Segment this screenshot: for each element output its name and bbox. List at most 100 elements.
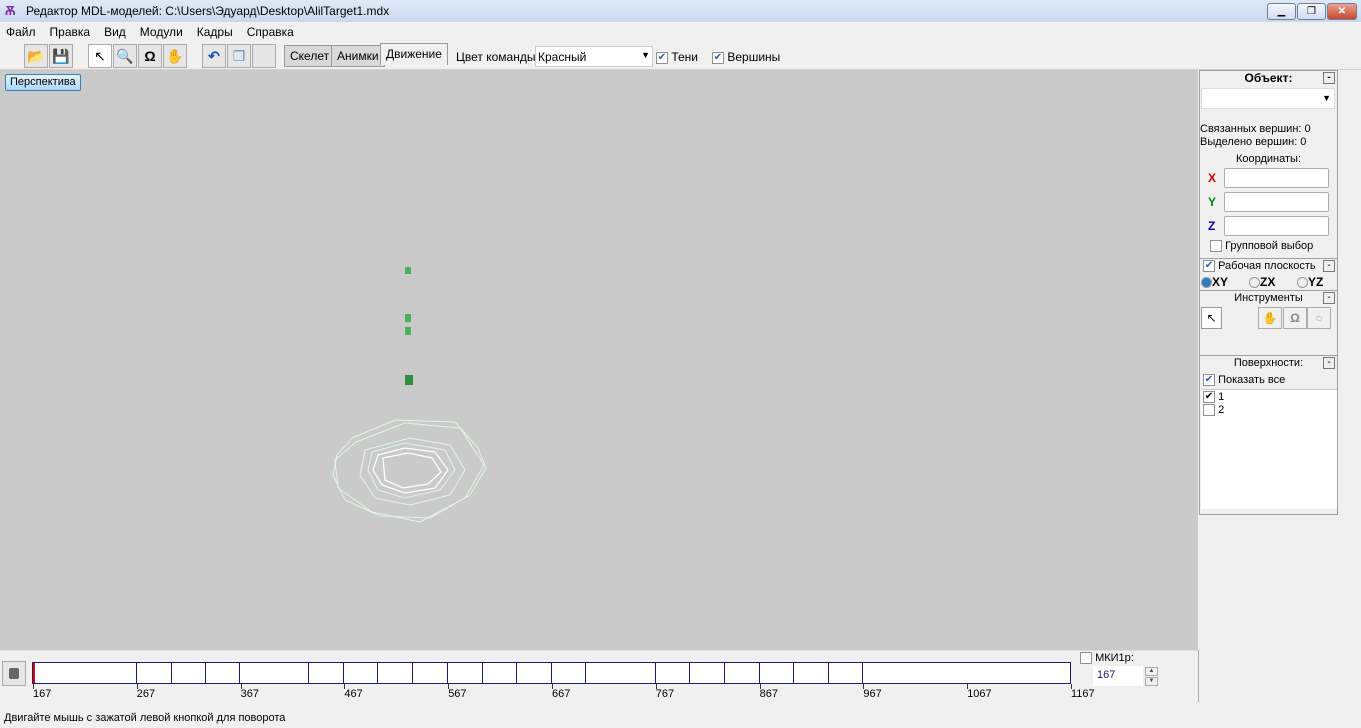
timeline-keyframe-tick xyxy=(551,663,552,683)
wireframe-mesh xyxy=(332,419,487,523)
timeline-keyframe-tick xyxy=(862,663,863,683)
checkbox-icon xyxy=(1210,240,1222,253)
timeline-label: 567 xyxy=(448,688,467,700)
checkbox-icon xyxy=(1080,652,1092,665)
pan-hand-icon[interactable]: ✋ xyxy=(163,44,187,68)
timeline-track[interactable] xyxy=(32,662,1071,684)
linked-vertices-text: Связанных вершин: 0 xyxy=(1200,123,1311,135)
list-item[interactable]: ✔ 1 xyxy=(1201,390,1337,404)
timeline-keyframe-tick xyxy=(447,663,448,683)
menu-bar: Файл Правка Вид Модули Кадры Справка xyxy=(0,22,1361,41)
radio-yz[interactable]: YZ xyxy=(1297,275,1323,289)
show-all-label: Показать все xyxy=(1218,374,1286,386)
team-color-value: Красный xyxy=(538,50,587,64)
timeline-label: 667 xyxy=(552,688,571,700)
properties-panel: Объект: - ▼ Связанных вершин: 0 Выделено … xyxy=(1199,70,1338,515)
checkbox-icon xyxy=(1203,404,1215,417)
timeline-keyframe-tick xyxy=(205,663,206,683)
checkbox-check-icon: ✔ xyxy=(656,51,668,64)
timeline-keyframe-tick xyxy=(689,663,690,683)
hand-tool-icon[interactable]: ✋ xyxy=(1258,307,1282,329)
collapse-button[interactable]: - xyxy=(1323,260,1335,272)
rotate-tool-icon[interactable]: Ω xyxy=(1283,307,1307,329)
timeline-keyframe-tick xyxy=(724,663,725,683)
timeline-keyframe-tick xyxy=(655,663,656,683)
collapse-button[interactable]: - xyxy=(1323,292,1335,304)
surface-label: 1 xyxy=(1218,391,1225,403)
object-header: Объект: - xyxy=(1200,71,1337,87)
rotate-icon[interactable]: Ω xyxy=(138,44,162,68)
plane-radio-group: XY ZX YZ xyxy=(1201,275,1337,289)
team-color-label: Цвет команды: xyxy=(456,50,539,64)
menu-modules[interactable]: Модули xyxy=(140,25,183,39)
timeline-keyframe-tick xyxy=(412,663,413,683)
3d-viewport[interactable] xyxy=(0,70,1198,650)
radio-xy[interactable]: XY xyxy=(1201,275,1228,289)
list-item[interactable]: 2 xyxy=(1201,404,1337,417)
coordinates-label: Координаты: xyxy=(1235,153,1302,165)
menu-view[interactable]: Вид xyxy=(104,25,126,39)
select-arrow-icon[interactable]: ↖ xyxy=(88,44,112,68)
group-select-checkbox[interactable]: Групповой выбор xyxy=(1210,240,1313,253)
surface-label: 2 xyxy=(1218,404,1225,417)
stop-button[interactable] xyxy=(2,661,26,686)
frame-spin-down[interactable]: ▼ xyxy=(1145,677,1158,686)
z-coordinate-input[interactable] xyxy=(1224,216,1329,236)
timeline-keyframe-tick xyxy=(759,663,760,683)
radio-icon xyxy=(1249,277,1260,289)
maximize-button[interactable]: ❐ xyxy=(1297,3,1326,20)
tab-motion[interactable]: Движение xyxy=(380,43,448,65)
object-select[interactable]: ▼ xyxy=(1201,88,1335,109)
zoom-icon[interactable]: 🔍 xyxy=(113,44,137,68)
timeline-keyframe-tick xyxy=(585,663,586,683)
x-coordinate-input[interactable] xyxy=(1224,168,1329,188)
checkbox-check-icon[interactable]: ✔ xyxy=(1203,260,1215,273)
timeline-label: 967 xyxy=(863,688,882,700)
vertex-select-tool-icon[interactable]: ↖ xyxy=(1201,307,1222,329)
timeline-label: 367 xyxy=(240,688,259,700)
shadows-label: Тени xyxy=(671,50,699,64)
timeline-label: 867 xyxy=(759,688,778,700)
vertices-label: Вершины xyxy=(727,50,781,64)
menu-help[interactable]: Справка xyxy=(247,25,294,39)
x-axis-label: X xyxy=(1208,171,1217,185)
minimize-button[interactable]: ▁ xyxy=(1267,3,1296,20)
menu-frames[interactable]: Кадры xyxy=(197,25,233,39)
save-icon[interactable]: 💾 xyxy=(49,44,73,68)
timeline-keyframe-tick xyxy=(308,663,309,683)
mki-checkbox[interactable]: МКИ1р: xyxy=(1080,652,1134,665)
model-render xyxy=(332,267,487,523)
menu-file[interactable]: Файл xyxy=(6,25,36,39)
timeline-cursor[interactable] xyxy=(33,663,35,683)
empty-tool-button[interactable] xyxy=(252,44,276,68)
timeline-label: 1067 xyxy=(967,688,992,700)
perspective-view-button[interactable]: Перспектива xyxy=(5,74,81,91)
tab-animations[interactable]: Анимки xyxy=(331,45,385,67)
radio-zx-label: ZX xyxy=(1260,275,1276,289)
copy-icon[interactable]: ❐ xyxy=(227,44,251,68)
frame-value: 167 xyxy=(1097,669,1116,681)
frame-spin-up[interactable]: ▲ xyxy=(1145,667,1158,676)
bone-marker xyxy=(405,375,413,385)
undo-icon[interactable]: ↶ xyxy=(202,44,226,68)
radio-zx[interactable]: ZX xyxy=(1249,275,1275,289)
team-color-select[interactable]: Красный ▼ xyxy=(535,46,653,67)
collapse-button[interactable]: - xyxy=(1323,357,1335,369)
selected-vertices-text: Выделено вершин: 0 xyxy=(1200,136,1307,148)
radio-xy-label: XY xyxy=(1212,275,1229,289)
app-icon: Ѫ xyxy=(5,3,16,18)
circle-tool-icon[interactable]: ○ xyxy=(1307,307,1331,329)
show-all-checkbox[interactable]: ✔ Показать все xyxy=(1203,374,1286,387)
vertices-checkbox[interactable]: ✔ Вершины xyxy=(712,50,780,64)
y-coordinate-input[interactable] xyxy=(1224,192,1329,212)
close-button[interactable]: ✕ xyxy=(1327,3,1357,20)
collapse-button[interactable]: - xyxy=(1323,72,1335,84)
open-icon[interactable]: 📂 xyxy=(24,44,48,68)
tab-skeleton[interactable]: Скелет xyxy=(284,45,336,67)
z-axis-label: Z xyxy=(1208,219,1216,233)
menu-edit[interactable]: Правка xyxy=(50,25,91,39)
timeline-label: 467 xyxy=(344,688,363,700)
frame-input[interactable]: 167 xyxy=(1093,666,1143,686)
shadows-checkbox[interactable]: ✔ Тени xyxy=(656,50,698,64)
chevron-down-icon: ▼ xyxy=(1322,93,1331,103)
